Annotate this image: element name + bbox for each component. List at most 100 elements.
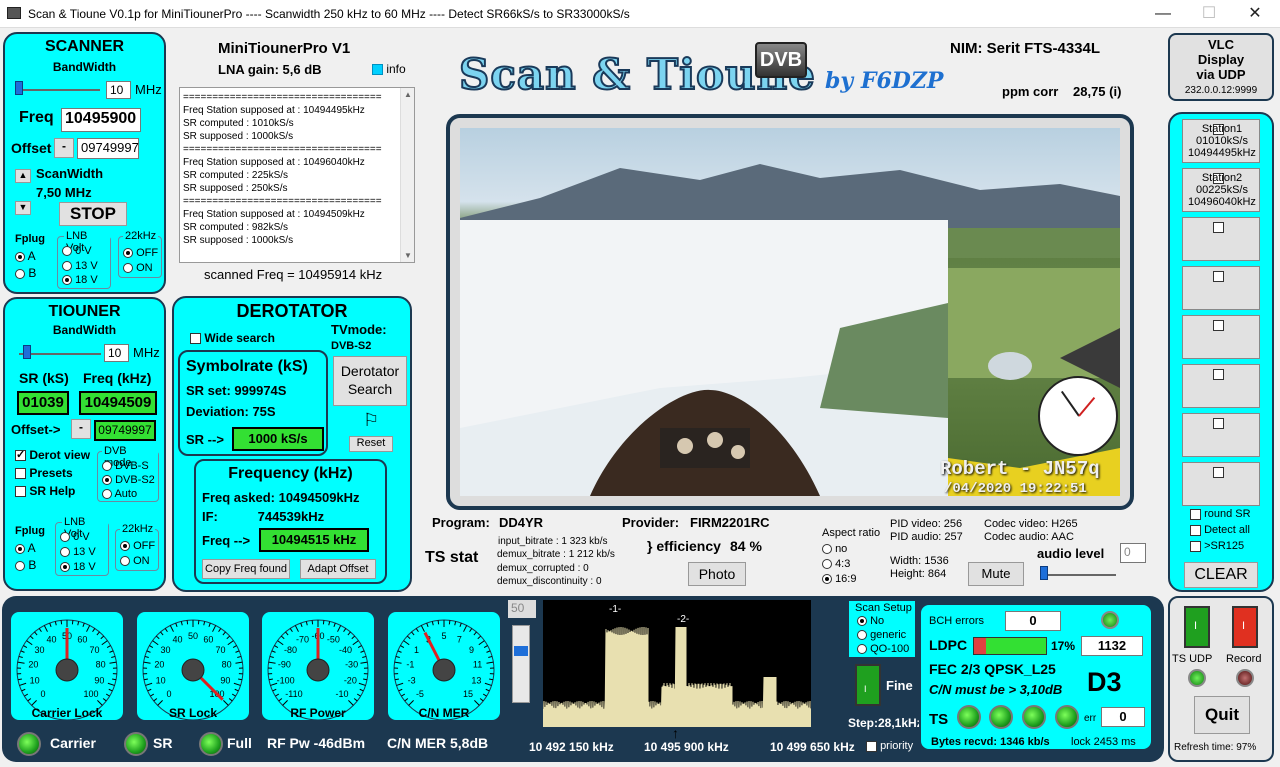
gauge-tick-label: -3 — [408, 676, 416, 686]
info-checkbox[interactable]: info — [372, 62, 406, 76]
scanner-bandwidth-slider[interactable] — [15, 81, 100, 95]
derotator-panel: DEROTATOR Wide search TVmode: DVB-S2 Sym… — [172, 296, 412, 592]
reset-button[interactable]: Reset — [349, 436, 393, 452]
copy-freq-button[interactable]: Copy Freq found — [202, 559, 290, 579]
sr-help-checkbox[interactable]: SR Help — [15, 484, 75, 498]
station-slot-7[interactable] — [1182, 413, 1260, 457]
vlc-panel[interactable]: VLC Display via UDP 232.0.0.12:9999 — [1168, 33, 1274, 101]
tiouner-lnb-0[interactable]: 0 V — [60, 531, 90, 543]
checkbox-icon[interactable] — [1212, 270, 1224, 282]
station-slot-8[interactable] — [1182, 462, 1260, 506]
scan-log[interactable]: ================================== Freq S… — [179, 87, 415, 263]
audio-level-slider[interactable] — [1040, 566, 1116, 580]
tiouner-bandwidth-input[interactable]: 10 — [104, 344, 129, 362]
aspect-169[interactable]: 16:9 — [822, 573, 856, 585]
gauge-dial: -5-3-113579111315 — [393, 619, 495, 720]
dvbs2-radio[interactable]: DVB-S2 — [102, 474, 155, 486]
scanner-lnb-13[interactable]: 13 V — [62, 260, 98, 272]
wide-search-checkbox[interactable]: Wide search — [190, 331, 275, 345]
adapt-offset-button[interactable]: Adapt Offset — [300, 559, 376, 579]
checkbox-icon[interactable] — [1212, 417, 1224, 429]
station-slot-3[interactable] — [1182, 217, 1260, 261]
sr125-checkbox[interactable]: >SR125 — [1190, 540, 1244, 552]
spectrum-level-slider[interactable] — [512, 625, 530, 703]
maximize-button[interactable]: ☐ — [1186, 0, 1232, 28]
checkbox-icon[interactable] — [1212, 319, 1224, 331]
scanner-fplug-b[interactable]: B — [15, 266, 36, 280]
fine-toggle[interactable]: I — [855, 664, 881, 706]
bch-label: BCH errors — [929, 615, 985, 627]
gauge-tick-label: 90 — [94, 676, 104, 686]
clear-button[interactable]: CLEAR — [1184, 562, 1258, 588]
derot-view-checkbox[interactable]: Derot view — [15, 448, 90, 462]
scanner-22khz-group: 22kHz OFF ON — [118, 230, 162, 278]
video-display[interactable]: Robert - JN57q /04/2020 19:22:51 MON — [460, 128, 1120, 496]
scanner-freq-input[interactable]: 10495900 — [61, 108, 141, 132]
scanner-lnb-0[interactable]: 0 V — [62, 245, 92, 257]
tiouner-lnb-group: LNB Volt 0 V 13 V 18 V — [55, 516, 109, 576]
scanner-fplug-a[interactable]: A — [15, 249, 36, 263]
if-value: IF: 744539kHz — [202, 509, 325, 524]
aspect-no[interactable]: no — [822, 543, 847, 555]
detect-all-checkbox[interactable]: Detect all — [1190, 524, 1250, 536]
scanner-offset-input[interactable]: 09749997 — [77, 138, 139, 159]
scanwidth-up-button[interactable]: ▲ — [15, 169, 31, 183]
tiouner-lnb-13[interactable]: 13 V — [60, 546, 96, 558]
radio-icon — [120, 556, 130, 567]
tiouner-lnb-18[interactable]: 18 V — [60, 561, 96, 573]
scan-setup-qo100[interactable]: QO-100 — [857, 643, 909, 655]
checkbox-icon[interactable] — [1212, 368, 1224, 380]
scanwidth-down-button[interactable]: ▼ — [15, 201, 31, 215]
aspect-43[interactable]: 4:3 — [822, 558, 850, 570]
station-slot-2[interactable]: Station2 00225kS/s 10496040kHz — [1182, 168, 1260, 212]
checkbox-icon[interactable] — [1212, 466, 1224, 478]
station-slot-4[interactable] — [1182, 266, 1260, 310]
station-slot-1[interactable]: Station1 01010kS/s 10494495kHz — [1182, 119, 1260, 163]
station-slot-6[interactable] — [1182, 364, 1260, 408]
tiouner-offset-sign-button[interactable]: - — [71, 419, 91, 439]
auto-radio[interactable]: Auto — [102, 488, 137, 500]
tiouner-22khz-on[interactable]: ON — [120, 555, 150, 567]
dvbs-radio[interactable]: DVB-S — [102, 460, 149, 472]
presets-checkbox[interactable]: Presets — [15, 466, 73, 480]
tiouner-lnb-18-label: 18 V — [73, 561, 96, 573]
record-toggle[interactable]: I — [1232, 606, 1258, 648]
scanner-offset-sign-button[interactable]: - — [54, 138, 74, 158]
ts-udp-toggle[interactable]: I — [1184, 606, 1210, 648]
priority-checkbox[interactable]: priority — [866, 740, 913, 752]
checkbox-icon[interactable] — [1212, 221, 1224, 233]
stop-button[interactable]: STOP — [59, 202, 127, 226]
tiouner-bandwidth-slider[interactable] — [19, 345, 101, 359]
scanner-lnb-18[interactable]: 18 V — [62, 274, 98, 286]
flag-icon[interactable]: ⚐ — [363, 410, 379, 431]
minimize-button[interactable]: — — [1140, 0, 1186, 28]
tiouner-offset-input[interactable]: 09749997 — [94, 420, 156, 441]
tiouner-offset-label: Offset-> — [11, 422, 61, 437]
tiouner-22khz-off[interactable]: OFF — [120, 540, 155, 552]
tiouner-freq-value[interactable]: 10494509 — [79, 391, 157, 415]
aspect-no-label: no — [835, 543, 848, 555]
tiouner-sr-value[interactable]: 01039 — [17, 391, 69, 415]
tiouner-fplug-b[interactable]: B — [15, 558, 36, 572]
audio-level-input[interactable]: 0 — [1120, 543, 1146, 563]
mute-button[interactable]: Mute — [968, 562, 1024, 586]
scanner-22khz-off[interactable]: OFF — [123, 247, 158, 259]
round-sr-checkbox[interactable]: round SR — [1190, 508, 1251, 520]
scan-setup-no[interactable]: No — [857, 615, 884, 627]
gauge-tick-label: 60 — [77, 635, 87, 645]
close-button[interactable]: ✕ — [1232, 0, 1278, 28]
gauge-tick-label: -80 — [284, 645, 297, 655]
scanner-22khz-on[interactable]: ON — [123, 262, 153, 274]
log-scrollbar[interactable]: ▲ ▼ — [400, 88, 414, 262]
provider-label: Provider: — [622, 515, 680, 530]
scan-setup-generic[interactable]: generic — [857, 629, 906, 641]
station-slot-5[interactable] — [1182, 315, 1260, 359]
tiouner-fplug-a[interactable]: A — [15, 541, 36, 555]
checkbox-icon — [1190, 540, 1201, 552]
scanner-bandwidth-input[interactable]: 10 — [106, 81, 131, 99]
derotator-search-button[interactable]: Derotator Search — [333, 356, 407, 406]
fec-value: FEC 2/3 QPSK_L25 — [929, 661, 1056, 677]
photo-button[interactable]: Photo — [688, 562, 746, 586]
quit-button[interactable]: Quit — [1194, 696, 1250, 734]
spectrum-display[interactable]: -1- -2- — [543, 600, 811, 727]
